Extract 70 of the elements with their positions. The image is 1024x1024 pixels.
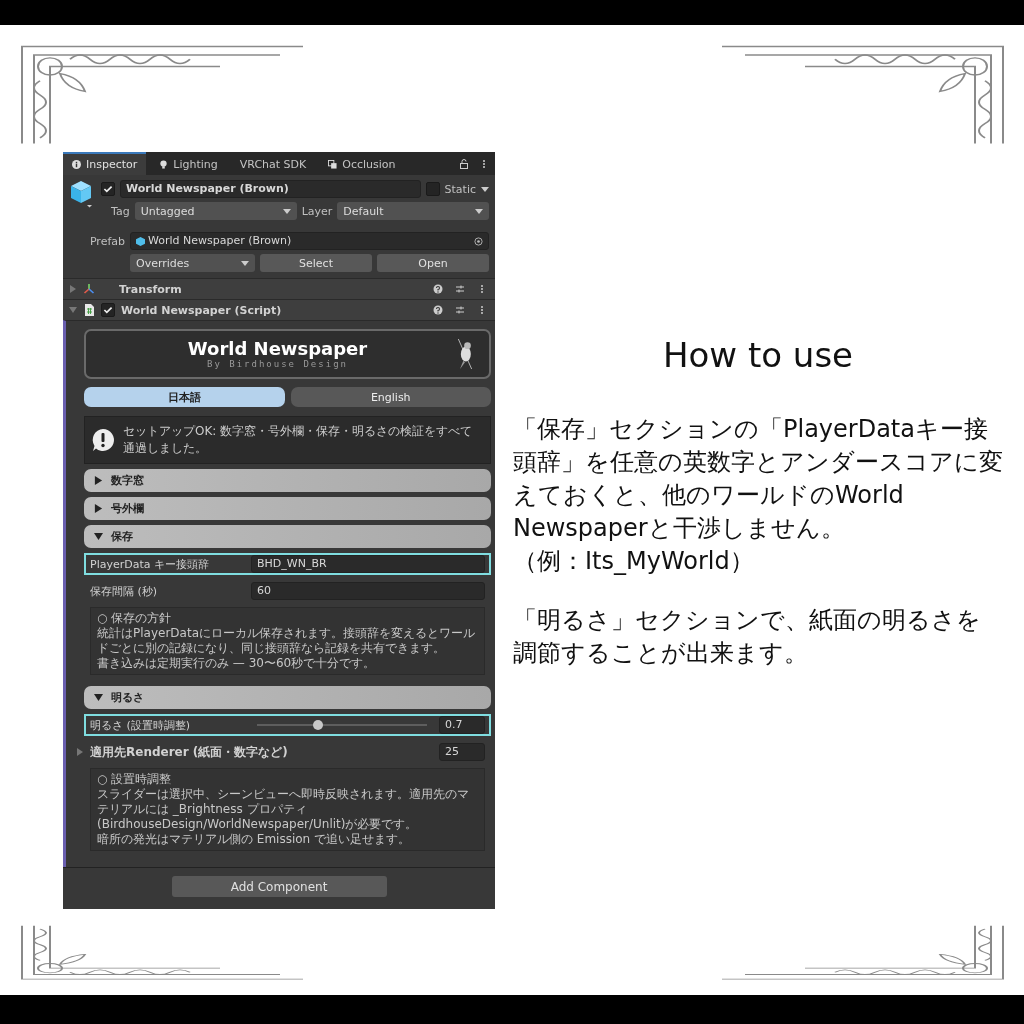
script-file-icon [83,304,95,316]
lock-icon[interactable] [459,158,469,169]
windows-icon [328,160,338,169]
field-label: 明るさ (設置時調整) [90,717,192,733]
exclamation-icon [91,428,115,452]
active-checkbox[interactable] [101,182,115,196]
note-text: 暗所の発光はマテリアル側の Emission で追い足せます。 [97,832,412,847]
field-label: 適用先Renderer (紙面・数字など) [90,743,288,761]
guide-text: （例：Its_MyWorld） [513,546,755,577]
axes-icon [83,283,95,295]
object-name-field[interactable]: World Newspaper (Brown) [120,180,421,198]
status-message: セットアップOK: 数字窓・号外欄・保存・明るさの検証をすべて通過しました。 [123,423,474,457]
guide-text: 「保存」セクションの「PlayerDataキー接頭辞」を任意の英数字とアンダースコアに変えておくと、他のワールドのWorld Newspaperと干渉しません。 [513,414,1003,544]
array-size-field[interactable]: 25 [439,743,485,761]
note-text: 書き込みは定期実行のみ — 30〜60秒で十分です。 [97,656,377,671]
inspector-tab[interactable]: Lighting [150,152,227,175]
caret-icon [475,208,483,214]
layer-label: Layer [301,204,333,218]
lightbulb-icon [159,160,169,169]
inspector-tab[interactable]: VRChat SDK [230,152,316,175]
component-header[interactable]: World Newspaper (Script) [63,299,495,320]
cube-icon [69,180,93,208]
guide-text: 「明るさ」セクションで、紙面の明るさを調節することが出来ます。 [513,605,982,669]
section-header[interactable]: 明るさ [84,686,491,709]
caret-icon[interactable] [481,186,489,192]
target-icon[interactable] [474,236,483,246]
component-checkbox[interactable] [101,303,115,317]
foldout-triangle-icon[interactable] [69,285,77,293]
inspector-tab[interactable]: Occlusion [319,152,405,175]
tag-dropdown[interactable]: Untagged [134,202,297,220]
layer-dropdown[interactable]: Default [337,202,489,220]
guide-title: How to use [661,335,855,375]
foldout-triangle-icon[interactable] [76,748,84,756]
field-label: 保存間隔 (秒) [90,583,159,599]
section-header[interactable]: 号外欄 [84,497,491,520]
number-field[interactable]: 0.7 [439,716,485,734]
language-tab[interactable]: 日本語 [84,387,285,407]
help-icon[interactable] [433,284,443,294]
prefab-field[interactable]: World Newspaper (Brown) [130,232,489,250]
slider-thumb[interactable] [313,720,324,730]
foldout-triangle-icon[interactable] [69,306,77,314]
sliders-icon[interactable] [455,305,465,315]
static-label: Static [444,182,476,196]
section-header[interactable]: 保存 [84,525,491,548]
text-field[interactable]: BHD_WN_BR [251,555,485,573]
overrides-dropdown[interactable]: Overrides [130,254,255,272]
info-icon [72,160,81,169]
static-checkbox[interactable] [425,182,440,196]
help-icon[interactable] [433,305,443,315]
note-title: ○ 保存の方針 [97,611,173,626]
sliders-icon[interactable] [455,284,465,294]
tag-label: Tag [111,204,130,218]
component-header[interactable]: Transform [63,278,495,299]
text-field[interactable]: 60 [251,582,485,600]
section-header[interactable]: 数字窓 [84,469,491,492]
language-tab[interactable]: English [290,387,491,407]
note-text: 統計はPlayerDataにローカル保存されます。接頭辞を変えるとワールドごとに別の記録になり、同じ接頭辞なら記録を共有できます。 [97,626,476,656]
banner-title: World Newspaper [187,339,368,359]
caret-icon [282,208,291,214]
add-component-button[interactable]: Add Component [171,876,387,897]
prefab-button[interactable]: Select [260,254,372,272]
inspector-tab[interactable]: Inspector [63,152,147,175]
note-title: ○ 設置時調整 [97,772,173,787]
banner-subtitle: By Birdhouse Design [207,359,348,369]
field-label: PlayerData キー接頭辞 [90,556,210,572]
cube-icon [136,236,145,246]
prefab-button[interactable]: Open [377,254,489,272]
caret-icon [241,260,249,266]
prefab-label: Prefab [88,234,125,248]
note-text: スライダーは選択中、シーンビューへ即時反映されます。適用先のマテリアルには _Brightness プロパティ(BirdhouseDesign/WorldNewspaper/Unlit)が必要です。 [97,787,470,832]
